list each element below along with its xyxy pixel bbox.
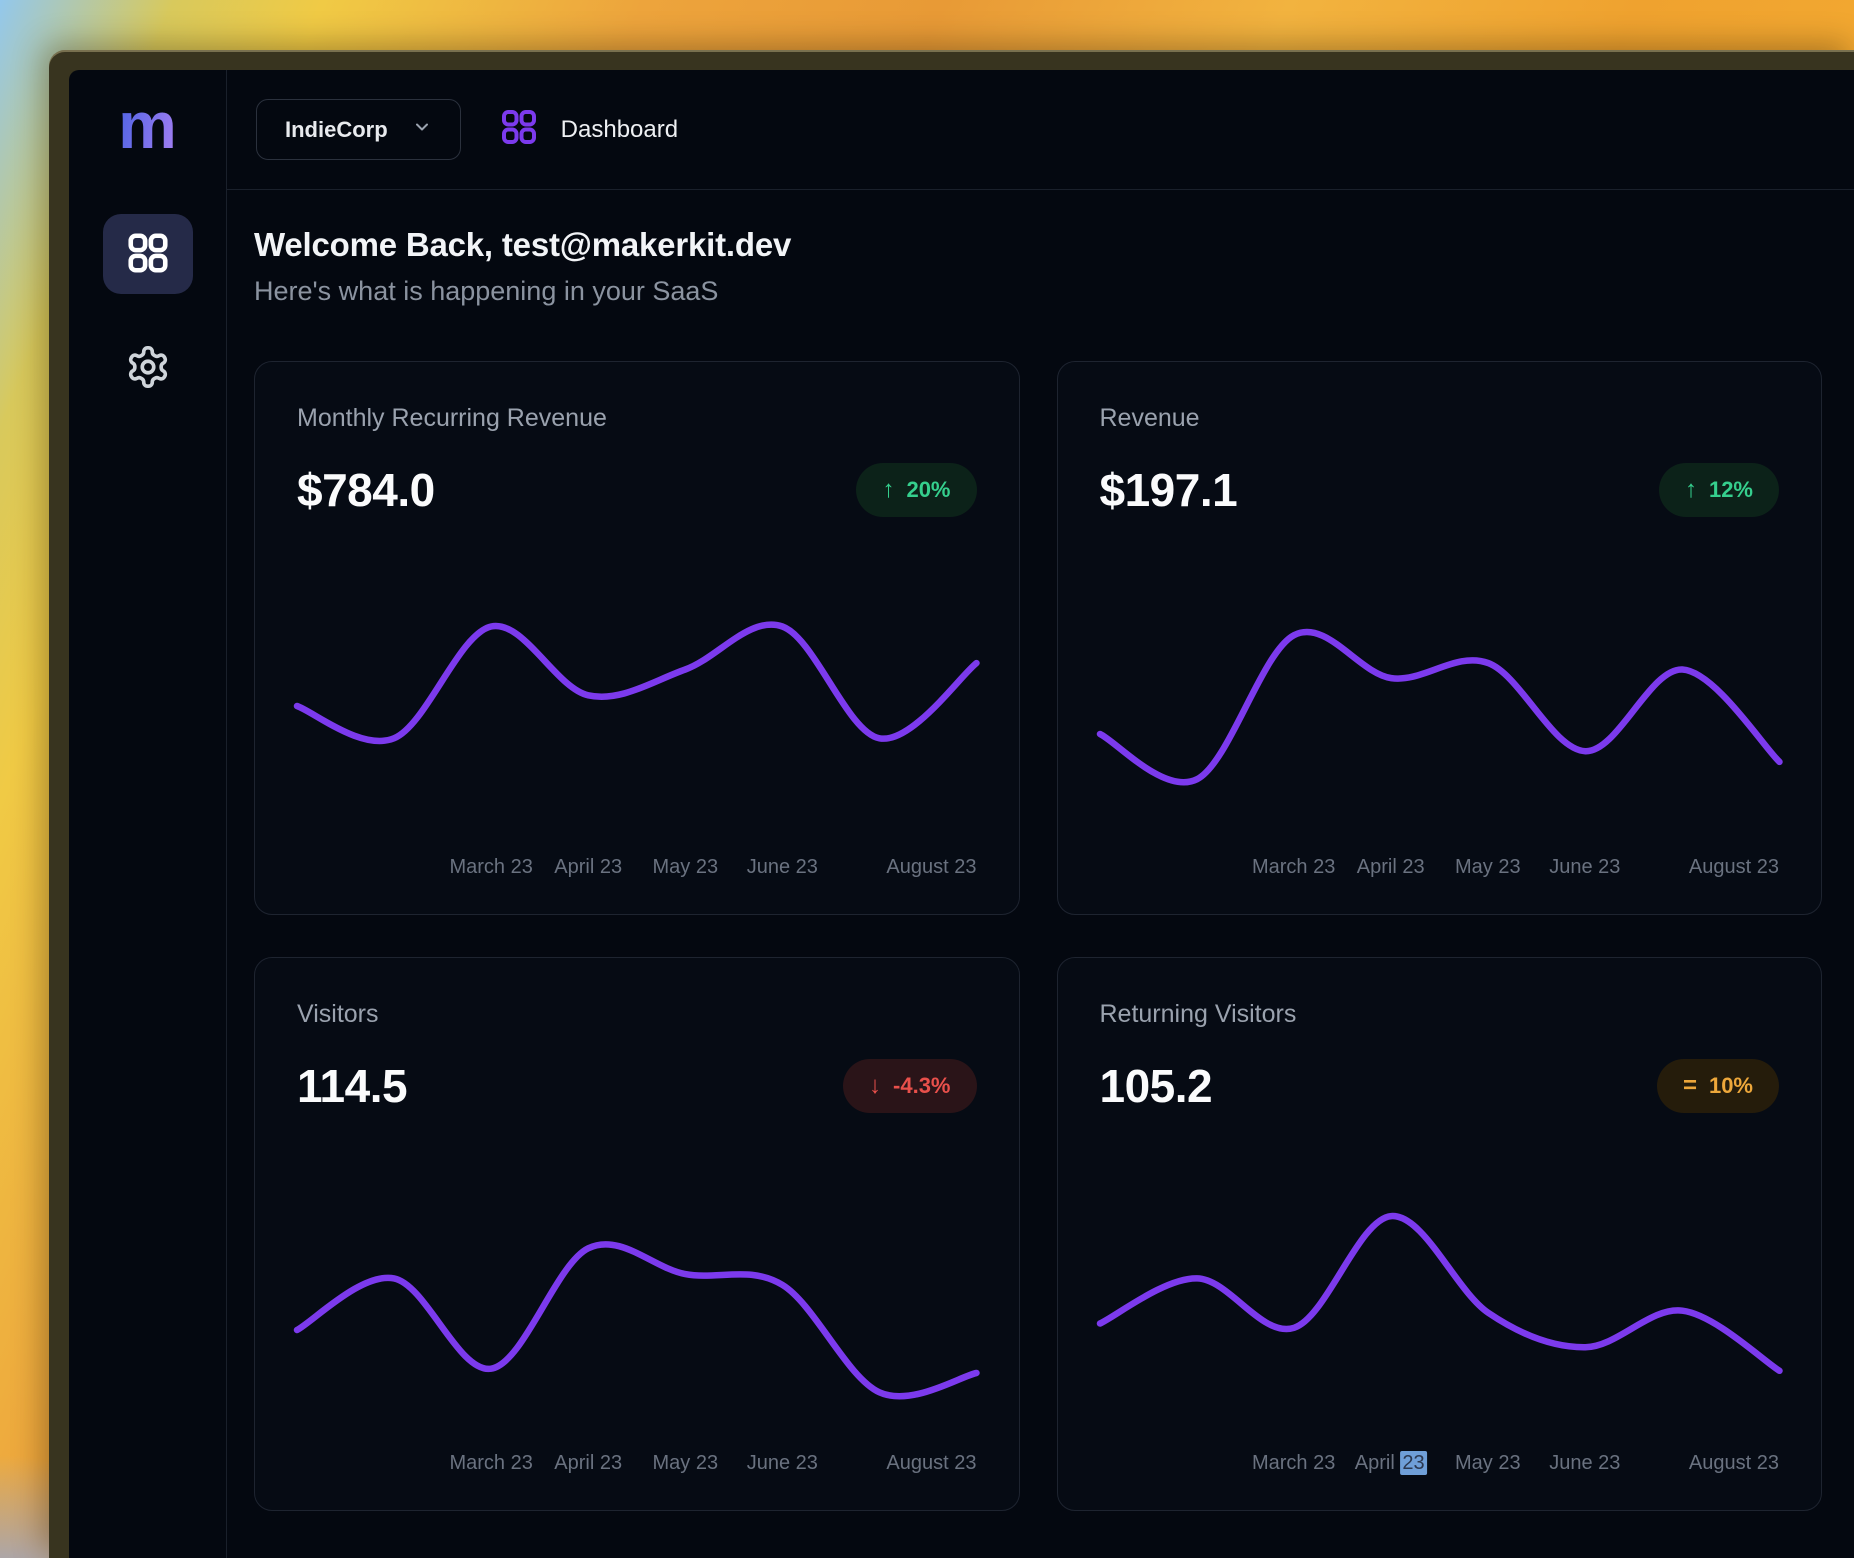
topbar: IndieCorp Dashboard: [227, 70, 1854, 190]
x-axis-label: April 23: [1357, 856, 1425, 879]
grid-icon: [125, 230, 171, 279]
line-chart: [297, 1201, 977, 1416]
page-title: Dashboard: [561, 116, 678, 144]
value-row: 114.5 ↓ -4.3%: [297, 1059, 977, 1113]
trend-value: -4.3%: [893, 1073, 950, 1099]
stat-card-mrr: Monthly Recurring Revenue $784.0 ↑ 20% M…: [254, 361, 1020, 915]
stats-grid: Monthly Recurring Revenue $784.0 ↑ 20% M…: [254, 361, 1822, 1511]
trend-value: 20%: [906, 477, 950, 503]
trend-badge: ↓ -4.3%: [843, 1059, 976, 1113]
metric-value: 114.5: [297, 1059, 407, 1113]
card-title: Visitors: [297, 1000, 977, 1029]
card-title: Monthly Recurring Revenue: [297, 404, 977, 433]
metric-value: $197.1: [1100, 463, 1238, 517]
sidebar-nav: [103, 214, 193, 408]
page-breadcrumb: Dashboard: [499, 107, 678, 152]
card-title: Revenue: [1100, 404, 1780, 433]
stat-card-revenue: Revenue $197.1 ↑ 12% March 23 April 23 May…: [1057, 361, 1823, 915]
x-axis-label: March 23: [1252, 1452, 1335, 1475]
arrow-up-icon: ↑: [1685, 478, 1697, 502]
arrow-down-icon: ↓: [869, 1074, 881, 1098]
x-axis-label: August 23: [886, 856, 976, 879]
x-axis-labels: March 23 April 23 May 23 June 23 August 23: [1100, 856, 1780, 880]
x-axis-label: May 23: [652, 1452, 718, 1475]
stat-card-visitors: Visitors 114.5 ↓ -4.3% March 23April 23M…: [254, 957, 1020, 1511]
x-axis-label: May 23: [652, 856, 718, 879]
chevron-down-icon: [412, 117, 432, 143]
stat-card-returning-visitors: Returning Visitors 105.2 = 10% March 23 A…: [1057, 957, 1823, 1511]
value-row: $197.1 ↑ 12%: [1100, 463, 1780, 517]
x-axis-labels: March 23 April 23 May 23 June 23 August 23: [1100, 1452, 1780, 1476]
metric-value: 105.2: [1100, 1059, 1213, 1113]
x-axis-label: April 23: [1355, 1452, 1427, 1475]
welcome-heading: Welcome Back, test@makerkit.dev: [254, 226, 1822, 264]
x-axis-label: August 23: [1689, 1452, 1779, 1475]
org-switcher-button[interactable]: IndieCorp: [256, 99, 461, 160]
x-axis-label: April 23: [554, 1452, 622, 1475]
x-axis-label: August 23: [886, 1452, 976, 1475]
x-axis-label: May 23: [1455, 1452, 1521, 1475]
line-chart: [1100, 1201, 1780, 1416]
welcome-subtitle: Here's what is happening in your SaaS: [254, 276, 1822, 307]
app-root: m: [69, 70, 1854, 1558]
selected-text: 23: [1400, 1451, 1426, 1475]
x-axis-label: May 23: [1455, 856, 1521, 879]
sidebar: m: [69, 70, 227, 1558]
dashboard-content: Welcome Back, test@makerkit.dev Here's w…: [227, 190, 1854, 1558]
card-title: Returning Visitors: [1100, 1000, 1780, 1029]
sidebar-item-settings[interactable]: [103, 328, 193, 408]
equals-icon: =: [1683, 1074, 1697, 1098]
x-axis-label: March 23: [1252, 856, 1335, 879]
trend-value: 10%: [1709, 1073, 1753, 1099]
x-axis-labels: March 23 April 23 May 23 June 23 August 23: [297, 856, 977, 880]
value-row: $784.0 ↑ 20%: [297, 463, 977, 517]
x-axis-label: June 23: [1549, 1452, 1620, 1475]
line-chart: [1100, 605, 1780, 820]
value-row: 105.2 = 10%: [1100, 1059, 1780, 1113]
main-area: IndieCorp Dashboard: [227, 70, 1854, 1558]
x-axis-label: March 23: [449, 856, 532, 879]
line-chart: [297, 605, 977, 820]
makerkit-logo[interactable]: m: [118, 92, 177, 158]
x-axis-label: June 23: [1549, 856, 1620, 879]
trend-value: 12%: [1709, 477, 1753, 503]
sidebar-item-dashboard[interactable]: [103, 214, 193, 294]
x-axis-label: March 23: [449, 1452, 532, 1475]
trend-badge: ↑ 12%: [1659, 463, 1779, 517]
x-axis-label: April 23: [554, 856, 622, 879]
trend-badge: = 10%: [1657, 1059, 1779, 1113]
gear-icon: [125, 344, 171, 393]
arrow-up-icon: ↑: [882, 478, 894, 502]
x-axis-label: June 23: [747, 856, 818, 879]
grid-icon: [499, 107, 539, 152]
trend-badge: ↑ 20%: [856, 463, 976, 517]
x-axis-label: August 23: [1689, 856, 1779, 879]
macos-window: m: [49, 50, 1854, 1558]
org-switcher-label: IndieCorp: [285, 117, 388, 143]
metric-value: $784.0: [297, 463, 435, 517]
x-axis-label: June 23: [747, 1452, 818, 1475]
x-axis-labels: March 23 April 23 May 23 June 23 August 23: [297, 1452, 977, 1476]
